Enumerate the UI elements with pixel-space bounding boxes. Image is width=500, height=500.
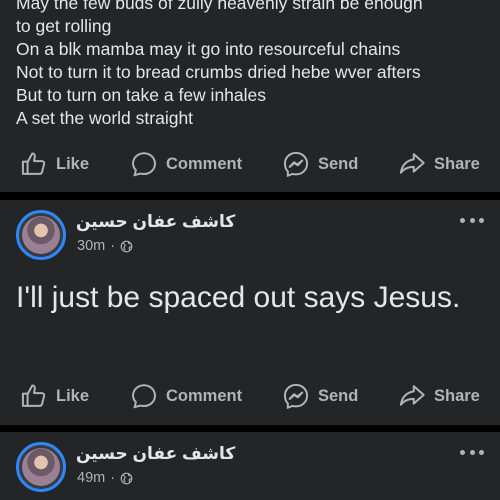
post-action-bar: Like Comment Send Share [0, 144, 500, 184]
post-action-bar: Like Comment Send Share [0, 376, 500, 416]
post-meta: 49m · [77, 470, 133, 486]
like-button[interactable]: Like [20, 376, 89, 416]
globe-icon [120, 472, 133, 484]
comment-bubble-icon [132, 152, 156, 177]
comment-bubble-icon [132, 384, 156, 409]
post-header: كاشف عفان حسين 49m · [0, 432, 500, 500]
share-label: Share [434, 154, 480, 173]
comment-label: Comment [166, 154, 243, 173]
dot-icon [469, 449, 475, 455]
like-label: Like [56, 154, 90, 173]
meta-separator: · [110, 470, 116, 486]
post-card: كاشف عفان حسين 49m · [0, 432, 500, 500]
share-label: Share [434, 386, 480, 405]
post-meta: 30m · [77, 238, 133, 254]
post-text: May the few buds of zully heavenly strai… [16, 0, 423, 128]
post-card: May the few buds of zully heavenly strai… [0, 0, 500, 192]
post-text: I'll just be spaced out says Jesus. [16, 281, 461, 314]
thumbs-up-icon [21, 384, 46, 407]
profile-photo [22, 216, 60, 254]
share-arrow-icon [399, 153, 425, 174]
share-button[interactable]: Share [398, 144, 480, 184]
send-label: Send [318, 154, 359, 173]
dot-icon [479, 449, 484, 455]
globe-icon [120, 240, 133, 252]
comment-button[interactable]: Comment [130, 376, 242, 416]
like-button[interactable]: Like [20, 144, 89, 184]
messenger-icon [283, 151, 309, 178]
more-options-button[interactable] [460, 442, 484, 462]
post-time[interactable]: 49m [77, 470, 105, 486]
author-name[interactable]: كاشف عفان حسين [76, 444, 235, 464]
post-card: كاشف عفان حسين 30m · I'll just be spaced… [0, 200, 500, 425]
send-button[interactable]: Send [282, 376, 358, 416]
dot-icon [460, 449, 465, 455]
profile-photo [22, 448, 60, 486]
send-button[interactable]: Send [282, 144, 358, 184]
post-header: كاشف عفان حسين 30m · [0, 200, 500, 270]
send-label: Send [318, 386, 359, 405]
meta-separator: · [110, 238, 116, 254]
share-button[interactable]: Share [398, 376, 480, 416]
messenger-icon [283, 383, 309, 410]
thumbs-up-icon [21, 152, 46, 175]
post-time[interactable]: 30m [77, 238, 105, 254]
dot-icon [460, 217, 465, 223]
comment-label: Comment [166, 386, 243, 405]
more-options-button[interactable] [460, 210, 484, 230]
author-name[interactable]: كاشف عفان حسين [76, 212, 235, 232]
avatar[interactable] [16, 210, 66, 260]
dot-icon [469, 217, 475, 223]
comment-button[interactable]: Comment [130, 144, 242, 184]
like-label: Like [56, 386, 90, 405]
dot-icon [479, 217, 484, 223]
avatar[interactable] [16, 442, 66, 492]
share-arrow-icon [399, 385, 425, 406]
